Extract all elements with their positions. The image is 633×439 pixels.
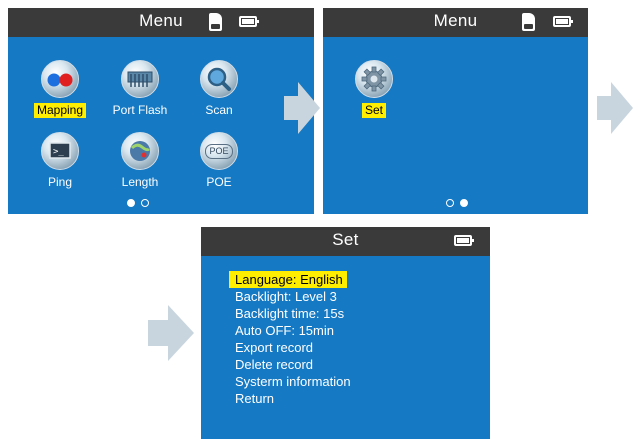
- setting-auto-off[interactable]: Auto OFF: 15min: [229, 322, 338, 339]
- setting-language[interactable]: Language: English: [229, 271, 347, 288]
- sd-card-icon: [522, 13, 535, 31]
- menu-item-label: Set: [361, 103, 386, 118]
- battery-icon: [553, 16, 573, 27]
- menu-item-ping[interactable]: >_ Ping: [25, 132, 95, 191]
- menu-item-poe[interactable]: POE POE: [184, 132, 254, 191]
- page-dot[interactable]: [446, 198, 454, 207]
- arrow-right-icon: [597, 82, 633, 134]
- arrow-right-icon: [284, 82, 320, 134]
- poe-icon-text: POE: [205, 144, 233, 159]
- delete-record-item[interactable]: Delete record: [229, 356, 317, 373]
- page-dot[interactable]: [141, 198, 149, 207]
- screen-title: Menu: [433, 11, 478, 30]
- menu-screen-page-2: Menu Set: [323, 8, 588, 214]
- scan-icon: [200, 60, 238, 98]
- menu-item-label: Length: [121, 175, 159, 189]
- title-bar: Menu: [323, 8, 588, 37]
- set-screen: Set Language: English Backlight: Level 3…: [201, 227, 490, 439]
- menu-item-set[interactable]: Set: [339, 60, 409, 119]
- sd-card-icon: [209, 13, 222, 31]
- setting-backlight-time[interactable]: Backlight time: 15s: [229, 305, 348, 322]
- system-information-item[interactable]: Systerm information: [229, 373, 355, 390]
- length-icon: [121, 132, 159, 170]
- battery-icon: [454, 235, 474, 246]
- settings-list: Language: English Backlight: Level 3 Bac…: [229, 271, 355, 407]
- menu-screen-page-1: Menu Mapping Port Flash Scan >_ Ping Len…: [8, 8, 314, 214]
- menu-item-mapping[interactable]: Mapping: [25, 60, 95, 119]
- gear-icon: [355, 60, 393, 98]
- svg-text:>_: >_: [53, 147, 64, 157]
- menu-item-scan[interactable]: Scan: [184, 60, 254, 119]
- return-item[interactable]: Return: [229, 390, 278, 407]
- menu-item-label: Mapping: [33, 103, 87, 118]
- page-indicator: [443, 194, 471, 212]
- screen-title: Set: [332, 230, 359, 249]
- title-bar: Menu: [8, 8, 314, 37]
- menu-item-label: POE: [206, 175, 232, 189]
- setting-backlight[interactable]: Backlight: Level 3: [229, 288, 341, 305]
- menu-item-label: Port Flash: [112, 103, 168, 117]
- page-dot-active[interactable]: [460, 198, 468, 207]
- port-flash-icon: [121, 60, 159, 98]
- menu-item-length[interactable]: Length: [105, 132, 175, 191]
- menu-item-label: Scan: [205, 103, 233, 117]
- title-bar: Set: [201, 227, 490, 256]
- screen-title: Menu: [139, 11, 183, 30]
- menu-item-label: Ping: [47, 175, 73, 189]
- page-dot-active[interactable]: [127, 198, 135, 207]
- poe-icon: POE: [200, 132, 238, 170]
- mapping-icon: [41, 60, 79, 98]
- ping-icon: >_: [41, 132, 79, 170]
- export-record-item[interactable]: Export record: [229, 339, 317, 356]
- page-indicator: [124, 194, 152, 212]
- battery-icon: [239, 16, 259, 27]
- menu-item-port-flash[interactable]: Port Flash: [105, 60, 175, 119]
- arrow-right-icon: [148, 305, 194, 361]
